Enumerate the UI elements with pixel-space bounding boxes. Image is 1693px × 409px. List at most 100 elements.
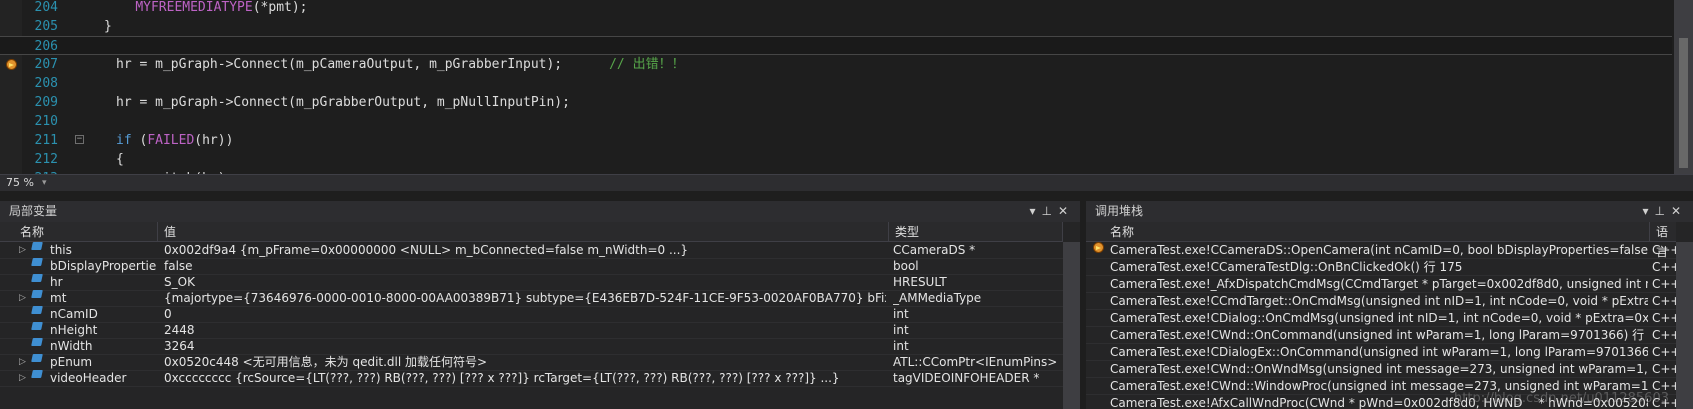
- variable-value[interactable]: 0xcccccccc {rcSource={LT(???, ???) RB(??…: [164, 370, 886, 387]
- code-text: if (FAILED(hr)): [116, 131, 233, 150]
- variable-name: pEnum: [50, 355, 93, 369]
- locals-row[interactable]: nCamID 0 int: [0, 306, 1063, 323]
- variable-name: hr: [50, 275, 63, 289]
- line-number: 211: [34, 133, 58, 148]
- line-number: 206: [34, 39, 58, 54]
- variable-value[interactable]: 0x002df9a4 {m_pFrame=0x00000000 <NULL> m…: [164, 242, 886, 259]
- col-header-type[interactable]: 类型: [889, 222, 1063, 242]
- scrollbar-thumb[interactable]: [1679, 38, 1688, 168]
- expand-icon[interactable]: ▷: [19, 370, 26, 387]
- close-icon[interactable]: ✕: [1671, 204, 1687, 218]
- col-header-value[interactable]: 值: [158, 222, 889, 242]
- dropdown-icon[interactable]: ▾: [1642, 204, 1654, 218]
- variable-value[interactable]: 3264: [164, 338, 886, 355]
- variable-name: videoHeader: [50, 371, 127, 385]
- callstack-frame[interactable]: CameraTest.exe!CDialog::OnCmdMsg(unsigne…: [1086, 310, 1676, 327]
- variable-name: bDisplayProperties: [50, 259, 156, 273]
- editor-status-bar: 75 % ▾: [0, 174, 1693, 191]
- callstack-title-bar: 调用堆栈 ▾⊥✕: [1086, 201, 1693, 222]
- callstack-panel: 调用堆栈 ▾⊥✕ 名称 语言 CameraTest.exe!CCameraDS:…: [1086, 201, 1693, 409]
- locals-row[interactable]: ▷ mt {majortype={73646976-0000-0010-8000-0…: [0, 290, 1063, 307]
- code-line[interactable]: 211 − if (FAILED(hr)): [0, 131, 1672, 150]
- col-header-name[interactable]: 名称: [1086, 222, 1650, 242]
- variable-name: this: [50, 243, 72, 257]
- variable-name: mt: [50, 291, 67, 305]
- variable-value[interactable]: 0: [164, 306, 886, 323]
- locals-row[interactable]: ▷ this 0x002df9a4 {m_pFrame=0x00000000 <NU…: [0, 242, 1063, 259]
- zoom-level[interactable]: 75 %: [6, 175, 34, 191]
- callstack-frame[interactable]: CameraTest.exe!_AfxDispatchCmdMsg(CCmdTa…: [1086, 276, 1676, 293]
- callstack-header: 名称 语言: [1086, 222, 1676, 259]
- variable-value[interactable]: 0x0520c448 <无可用信息，未为 qedit.dll 加载任何符号>: [164, 354, 886, 371]
- frame-name: CameraTest.exe!CWnd::OnWndMsg(unsigned i…: [1110, 362, 1648, 376]
- code-line[interactable]: 204 MYFREEMEDIATYPE(*pmt);: [0, 0, 1672, 17]
- locals-title: 局部变量: [9, 204, 58, 218]
- pin-icon[interactable]: ⊥: [1654, 204, 1670, 218]
- variable-type: tagVIDEOINFOHEADER *: [893, 371, 1040, 385]
- col-header-language[interactable]: 语言: [1650, 222, 1676, 259]
- expand-icon[interactable]: ▷: [19, 242, 26, 259]
- expand-icon[interactable]: ▷: [19, 354, 26, 371]
- code-line[interactable]: 205}: [0, 17, 1672, 36]
- frame-language: C++: [1652, 311, 1676, 325]
- callstack-frame[interactable]: CameraTest.exe!CDialogEx::OnCommand(unsi…: [1086, 344, 1676, 361]
- callstack-frame[interactable]: CameraTest.exe!CCameraTestDlg::OnBnClick…: [1086, 259, 1676, 276]
- code-token: if: [116, 133, 132, 148]
- frame-name: CameraTest.exe!CWnd::OnCommand(unsigned …: [1110, 328, 1648, 342]
- locals-row[interactable]: ▷ pEnum 0x0520c448 <无可用信息，未为 qedit.dll 加载任…: [0, 354, 1063, 371]
- locals-row[interactable]: hr S_OK HRESULT: [0, 274, 1063, 291]
- frame-language: C++: [1652, 345, 1676, 359]
- code-line[interactable]: 209 hr = m_pGraph->Connect(m_pGrabberOutp…: [0, 93, 1672, 112]
- watermark: http://blog.csdn.net/u011285603: [1454, 391, 1669, 406]
- locals-vertical-scrollbar[interactable]: [1063, 242, 1080, 409]
- callstack-vertical-scrollbar[interactable]: [1676, 242, 1693, 409]
- variable-value[interactable]: {majortype={73646976-0000-0010-8000-00AA…: [164, 290, 886, 307]
- variable-type: int: [893, 339, 909, 353]
- locals-row[interactable]: nHeight 2448 int: [0, 322, 1063, 339]
- locals-row[interactable]: nWidth 3264 int: [0, 338, 1063, 355]
- breakpoint-current-arrow-icon[interactable]: [6, 59, 17, 70]
- frame-language: C++: [1652, 362, 1676, 376]
- dropdown-icon[interactable]: ▾: [1029, 204, 1041, 218]
- variable-icon: [31, 306, 43, 314]
- variable-icon: [31, 322, 43, 330]
- zoom-dropdown-icon[interactable]: ▾: [42, 175, 47, 191]
- callstack-frame[interactable]: CameraTest.exe!CCmdTarget::OnCmdMsg(unsi…: [1086, 293, 1676, 310]
- expand-icon[interactable]: ▷: [19, 290, 26, 307]
- variable-icon: [31, 354, 43, 362]
- frame-language: C++: [1652, 328, 1676, 342]
- current-frame-arrow-icon: [1093, 242, 1104, 253]
- variable-type: HRESULT: [893, 275, 947, 289]
- variable-value[interactable]: S_OK: [164, 274, 886, 291]
- code-token: hr = m_pGraph->Connect(m_pGrabberOutput,…: [116, 95, 570, 110]
- code-text: }: [104, 17, 112, 36]
- collapse-icon[interactable]: −: [75, 135, 84, 144]
- close-icon[interactable]: ✕: [1058, 204, 1074, 218]
- code-text: hr = m_pGraph->Connect(m_pGrabberOutput,…: [116, 93, 570, 112]
- callstack-frame[interactable]: CameraTest.exe!CWnd::OnCommand(unsigned …: [1086, 327, 1676, 344]
- frame-language: C++: [1652, 260, 1676, 274]
- code-line[interactable]: 210: [0, 112, 1672, 131]
- col-header-name[interactable]: 名称: [0, 222, 158, 242]
- variable-type: bool: [893, 259, 919, 273]
- callstack-frame[interactable]: CameraTest.exe!CCameraDS::OpenCamera(int…: [1086, 242, 1676, 259]
- variable-icon: [31, 290, 43, 298]
- code-line[interactable]: 208: [0, 74, 1672, 93]
- locals-row[interactable]: ▷ videoHeader 0xcccccccc {rcSource={LT(???…: [0, 370, 1063, 387]
- code-editor[interactable]: 204 MYFREEMEDIATYPE(*pmt); 205} 206 207 hr =…: [0, 0, 1693, 174]
- code-line[interactable]: 206: [0, 36, 1672, 55]
- callstack-frame[interactable]: CameraTest.exe!CWnd::OnWndMsg(unsigned i…: [1086, 361, 1676, 378]
- locals-panel: 局部变量 ▾⊥✕ 名称 值 类型 ▷ this 0x002df9a4 {m_pFra…: [0, 201, 1080, 409]
- variable-type: ATL::CComPtr<IEnumPins>: [893, 355, 1058, 369]
- locals-row[interactable]: bDisplayProperties false bool: [0, 258, 1063, 275]
- code-token: hr = m_pGraph->Connect(m_pCameraOutput, …: [116, 57, 610, 72]
- code-line[interactable]: 207 hr = m_pGraph->Connect(m_pCameraOutpu…: [0, 55, 1672, 74]
- editor-vertical-scrollbar[interactable]: [1674, 0, 1693, 174]
- variable-value[interactable]: 2448: [164, 322, 886, 339]
- code-line[interactable]: 212 {: [0, 150, 1672, 169]
- code-token: (: [131, 133, 148, 148]
- pin-icon[interactable]: ⊥: [1041, 204, 1057, 218]
- variable-value[interactable]: false: [164, 258, 886, 275]
- frame-language: C++: [1652, 294, 1676, 308]
- code-text: hr = m_pGraph->Connect(m_pCameraOutput, …: [116, 55, 685, 74]
